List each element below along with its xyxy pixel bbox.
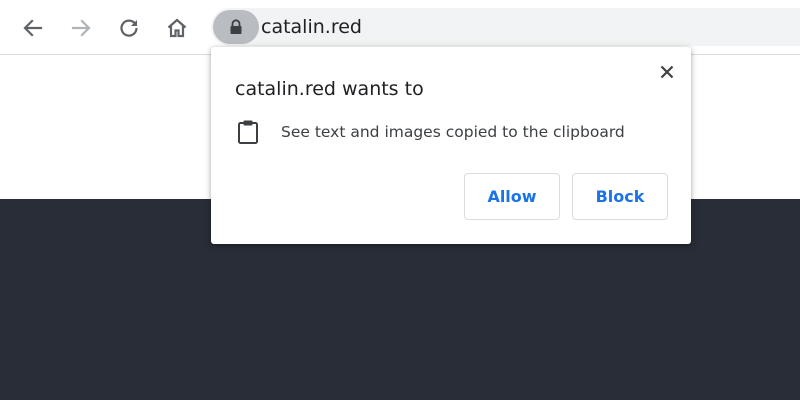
- permission-row: See text and images copied to the clipbo…: [235, 119, 625, 145]
- home-button[interactable]: [161, 12, 193, 44]
- clipboard-icon: [235, 119, 261, 145]
- lock-icon: [230, 19, 242, 34]
- site-info-button[interactable]: [213, 10, 259, 44]
- block-button[interactable]: Block: [572, 173, 668, 220]
- reload-button[interactable]: [113, 12, 145, 44]
- back-button[interactable]: [17, 12, 49, 44]
- permission-text: See text and images copied to the clipbo…: [281, 123, 625, 141]
- home-icon: [167, 18, 187, 38]
- permission-prompt: catalin.red wants to See text and images…: [211, 47, 691, 244]
- address-bar[interactable]: catalin.red: [211, 8, 800, 46]
- arrow-left-icon: [23, 19, 43, 37]
- arrow-right-icon: [71, 19, 91, 37]
- close-icon: [660, 65, 674, 79]
- allow-button[interactable]: Allow: [464, 173, 560, 220]
- url-text[interactable]: catalin.red: [261, 16, 362, 38]
- close-button[interactable]: [655, 60, 679, 84]
- prompt-title: catalin.red wants to: [235, 78, 424, 100]
- reload-icon: [120, 19, 138, 37]
- forward-button[interactable]: [65, 12, 97, 44]
